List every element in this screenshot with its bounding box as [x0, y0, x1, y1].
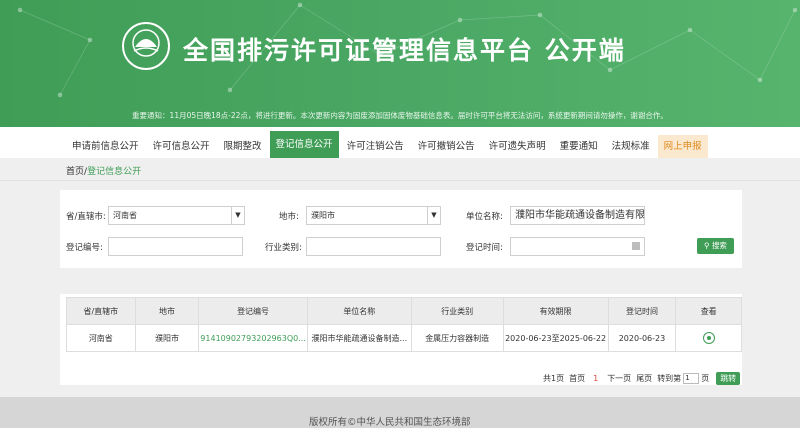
nav-tab-permit-info[interactable]: 许可信息公开 [147, 135, 216, 158]
divider [0, 180, 800, 181]
breadcrumb-current: 登记信息公开 [87, 167, 142, 177]
nav-tab-cancellation[interactable]: 许可注销公告 [341, 135, 410, 158]
table-row: 河南省 濮阳市 91410902793202963Q0... 濮阳市华能疏通设备… [66, 324, 742, 352]
cell-province: 河南省 [66, 324, 136, 352]
column-header: 登记编号 [198, 297, 308, 325]
column-header: 地市 [134, 297, 200, 325]
column-header: 省/直辖市 [66, 297, 136, 325]
pager-last[interactable]: 尾页 [636, 373, 652, 384]
chevron-down-icon: ▼ [427, 207, 440, 224]
header-banner: 全国排污许可证管理信息平台 公开端 重要通知：11月05日晚18点-22点，将进… [0, 0, 800, 127]
pager-next[interactable]: 下一页 [607, 373, 631, 384]
search-button-label: 搜索 [711, 241, 727, 250]
mee-logo [122, 22, 170, 70]
cell-view [675, 324, 742, 352]
main-nav: 申请前信息公开 许可信息公开 限期整改 登记信息公开 许可注销公告 许可撤销公告… [0, 127, 800, 158]
filter-panel [60, 190, 742, 268]
regno-label: 登记编号: [66, 243, 103, 253]
column-header: 登记时间 [607, 297, 677, 325]
city-select[interactable]: 濮阳市 ▼ [306, 206, 441, 225]
nav-tab-registration-info[interactable]: 登记信息公开 [269, 131, 339, 158]
view-icon[interactable] [702, 332, 715, 344]
industry-label: 行业类别: [265, 243, 302, 253]
results-table: 省/直辖市 地市 登记编号 单位名称 行业类别 有效期限 登记时间 查看 河南省… [66, 297, 742, 352]
column-header: 单位名称 [306, 297, 412, 325]
company-label: 单位名称: [466, 212, 503, 222]
cell-company: 濮阳市华能疏通设备制造... [306, 324, 412, 352]
cell-regno-link[interactable]: 91410902793202963Q0... [198, 324, 308, 352]
table-header-row: 省/直辖市 地市 登记编号 单位名称 行业类别 有效期限 登记时间 查看 [66, 297, 742, 325]
nav-tab-regulations[interactable]: 法规标准 [606, 135, 656, 158]
pager-current: 1 [593, 374, 599, 383]
pager-goto-label: 转到第 [657, 374, 682, 383]
regno-input[interactable] [108, 237, 243, 256]
province-select-value: 河南省 [113, 211, 137, 220]
nav-tab-revocation[interactable]: 许可撤销公告 [412, 135, 481, 158]
nav-tab-notices[interactable]: 重要通知 [554, 135, 604, 158]
column-header: 查看 [675, 297, 742, 325]
nav-tab-loss-statement[interactable]: 许可遗失声明 [483, 135, 552, 158]
pager-page-suffix: 页 [701, 374, 710, 383]
province-select[interactable]: 河南省 ▼ [108, 206, 245, 225]
calendar-icon [632, 242, 640, 250]
pagination: 共1页 首页 1 下一页 尾页 转到第 1 页 跳转 [543, 372, 741, 385]
company-name-input[interactable]: 濮阳市华能疏通设备制造有限公 [510, 206, 645, 225]
cell-city: 濮阳市 [134, 324, 200, 352]
pager-total: 共1页 [543, 374, 565, 383]
column-header: 有效期限 [502, 297, 609, 325]
city-select-value: 濮阳市 [311, 211, 335, 220]
cell-regtime: 2020-06-23 [607, 324, 677, 352]
regtime-label: 登记时间: [466, 243, 503, 253]
pager-first[interactable]: 首页 [569, 373, 585, 384]
industry-input[interactable] [306, 237, 441, 256]
search-button[interactable]: ⚲ 搜索 [697, 238, 734, 254]
pager-goto-input[interactable]: 1 [683, 373, 700, 384]
breadcrumb: 首页/登记信息公开 [66, 164, 141, 177]
pager-go-button[interactable]: 跳转 [716, 372, 741, 385]
cell-validity: 2020-06-23至2025-06-22 [502, 324, 609, 352]
regtime-input[interactable] [510, 237, 645, 256]
copyright-text: 版权所有©中华人民共和国生态环境部 [309, 417, 471, 428]
chevron-down-icon: ▼ [231, 207, 244, 224]
footer: 版权所有©中华人民共和国生态环境部 [0, 397, 800, 428]
site-title: 全国排污许可证管理信息平台 公开端 [183, 36, 626, 65]
city-label: 地市: [279, 212, 299, 222]
nav-tab-rectification[interactable]: 限期整改 [218, 135, 268, 158]
nav-tab-pre-application[interactable]: 申请前信息公开 [66, 135, 145, 158]
search-icon: ⚲ [704, 241, 710, 250]
nav-tab-online-apply[interactable]: 网上申报 [657, 135, 708, 158]
column-header: 行业类别 [410, 297, 504, 325]
province-label: 省/直辖市: [66, 212, 106, 222]
breadcrumb-home[interactable]: 首页 [66, 167, 84, 177]
notice-banner: 重要通知：11月05日晚18点-22点，将进行更新。本次更新内容为固废添加固体废… [132, 111, 668, 120]
cell-industry: 金属压力容器制造 [410, 324, 504, 352]
